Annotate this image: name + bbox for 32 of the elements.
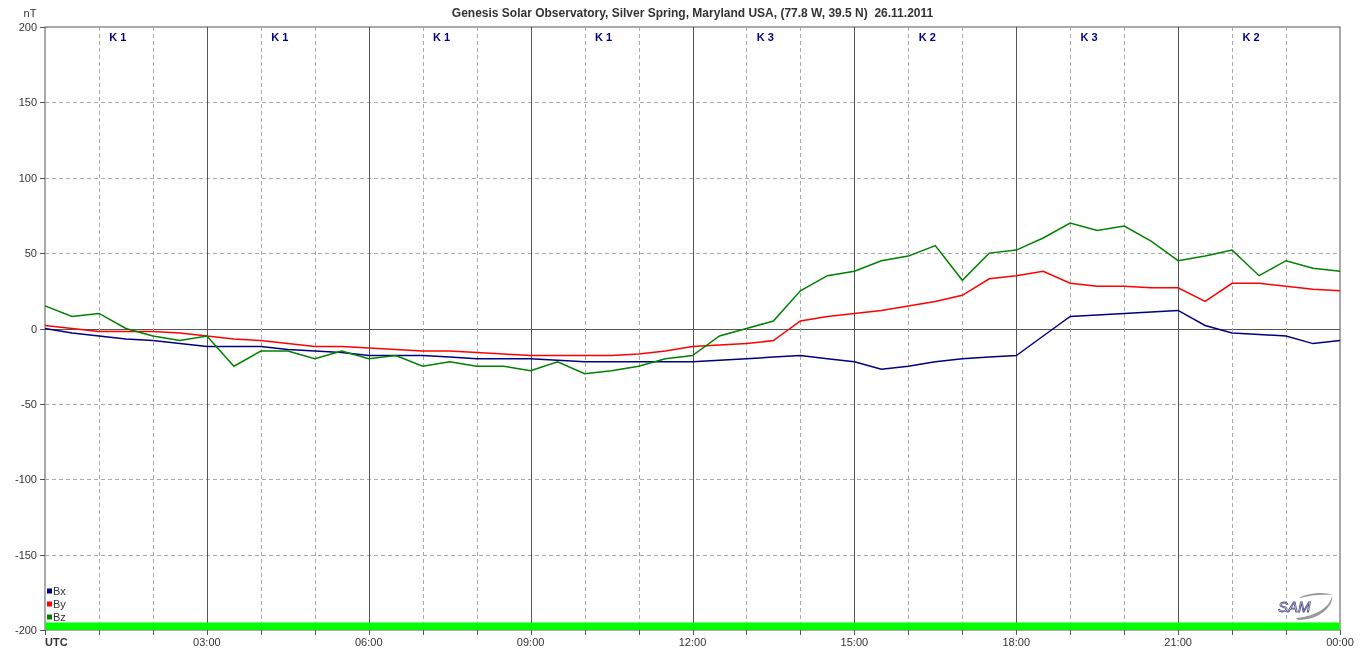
x-axis-label: 06:00 [355,636,383,648]
legend-label: Bz [53,611,66,623]
y-axis-label: 50 [24,247,37,260]
chart-title: Genesis Solar Observatory, Silver Spring, Maryland USA, (77.8 W, 39.5 N) 26.11.2011 [451,6,934,20]
k-index-label: K 1 [594,31,613,43]
k-index-label: K 2 [918,31,936,43]
x-axis-label: 00:00 [1326,636,1354,648]
k-index-label: K 3 [1080,31,1098,43]
y-axis-label: 150 [18,96,37,109]
y-axis-label: -150 [14,548,37,561]
logo-text: SAM [1278,598,1311,615]
k-index-label: K 1 [109,31,127,43]
k-index-label: K 2 [1242,31,1260,43]
y-axis-label: 0 [30,322,37,335]
x-axis-label: 15:00 [840,636,869,648]
y-axis-label: -100 [14,473,37,486]
legend-label: Bx [53,585,66,597]
y-axis-label: -200 [14,624,37,636]
x-axis-label: 18:00 [1002,636,1030,648]
k-index-label: K 1 [271,31,289,43]
k-index-label: K 1 [433,31,451,43]
y-axis-label: 100 [18,171,37,184]
k-index-label: K 3 [756,31,774,43]
x-axis-label: 12:00 [678,636,707,648]
y-axis-label: -50 [21,397,37,410]
legend-label: By [53,598,66,610]
x-axis-label: 21:00 [1164,636,1192,648]
timezone-label: UTC [45,636,68,648]
axis-unit-label: nT [23,7,37,19]
y-axis-label: 200 [18,21,37,33]
x-axis-label: 09:00 [516,636,545,648]
x-axis-label: 03:00 [193,636,221,648]
